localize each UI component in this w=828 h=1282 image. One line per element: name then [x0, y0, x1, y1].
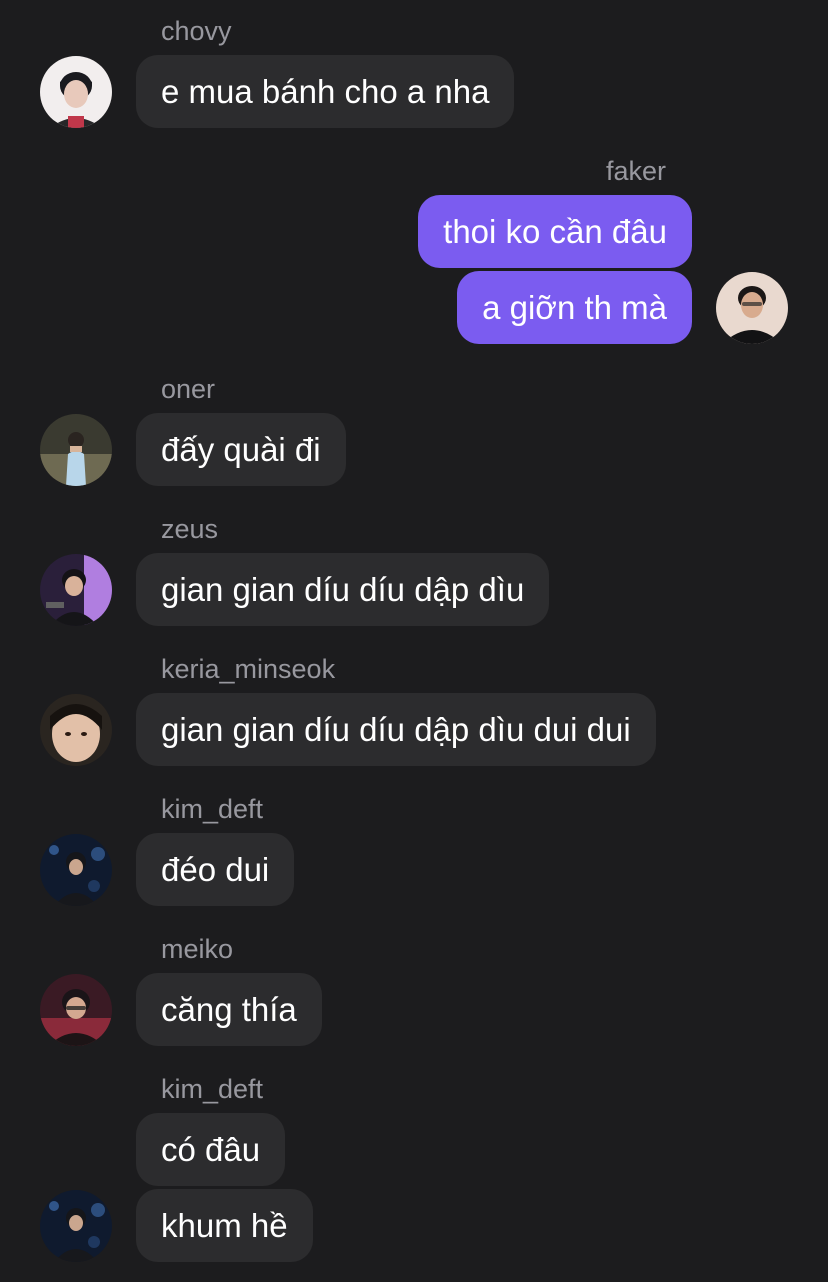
avatar-kim-deft[interactable] [40, 1190, 112, 1262]
sender-name-kim-deft: kim_deft [161, 794, 264, 824]
message-bubble[interactable]: đéo dui [136, 833, 295, 906]
avatar-kim-deft[interactable] [40, 834, 112, 906]
sender-name-zeus: zeus [161, 514, 219, 544]
message-bubble[interactable]: đấy quài đi [136, 413, 346, 486]
message-bubble-outgoing[interactable]: a giỡn th mà [457, 271, 692, 344]
sender-name-faker: faker [605, 156, 666, 186]
message-bubble[interactable]: gian gian díu díu dập dìu dui dui [136, 693, 656, 766]
user-photo-icon [40, 694, 112, 766]
avatar-oner[interactable] [40, 414, 112, 486]
message-bubble[interactable]: e mua bánh cho a nha [136, 55, 515, 128]
avatar-chovy[interactable] [40, 56, 112, 128]
user-photo-icon [716, 272, 788, 344]
sender-name-keria-minseok: keria_minseok [161, 654, 336, 684]
message-bubble[interactable]: có đâu [136, 1113, 286, 1186]
sender-name-chovy: chovy [161, 16, 232, 46]
avatar-meiko[interactable] [40, 974, 112, 1046]
user-photo-icon [40, 554, 112, 626]
avatar-faker[interactable] [716, 272, 788, 344]
user-photo-icon [40, 1190, 112, 1262]
chat-thread: chovy e mua bánh cho a nha faker thoi ko… [0, 0, 828, 1282]
sender-name-kim-deft: kim_deft [161, 1074, 264, 1104]
message-bubble[interactable]: gian gian díu díu dập dìu [136, 553, 550, 626]
avatar-zeus[interactable] [40, 554, 112, 626]
user-photo-icon [40, 56, 112, 128]
user-photo-icon [40, 974, 112, 1046]
message-bubble[interactable]: khum hề [136, 1189, 313, 1262]
message-bubble[interactable]: căng thía [136, 973, 322, 1046]
user-photo-icon [40, 414, 112, 486]
message-bubble-outgoing[interactable]: thoi ko cần đâu [418, 195, 692, 268]
avatar-keria-minseok[interactable] [40, 694, 112, 766]
sender-name-oner: oner [161, 374, 216, 404]
user-photo-icon [40, 834, 112, 906]
sender-name-meiko: meiko [161, 934, 234, 964]
